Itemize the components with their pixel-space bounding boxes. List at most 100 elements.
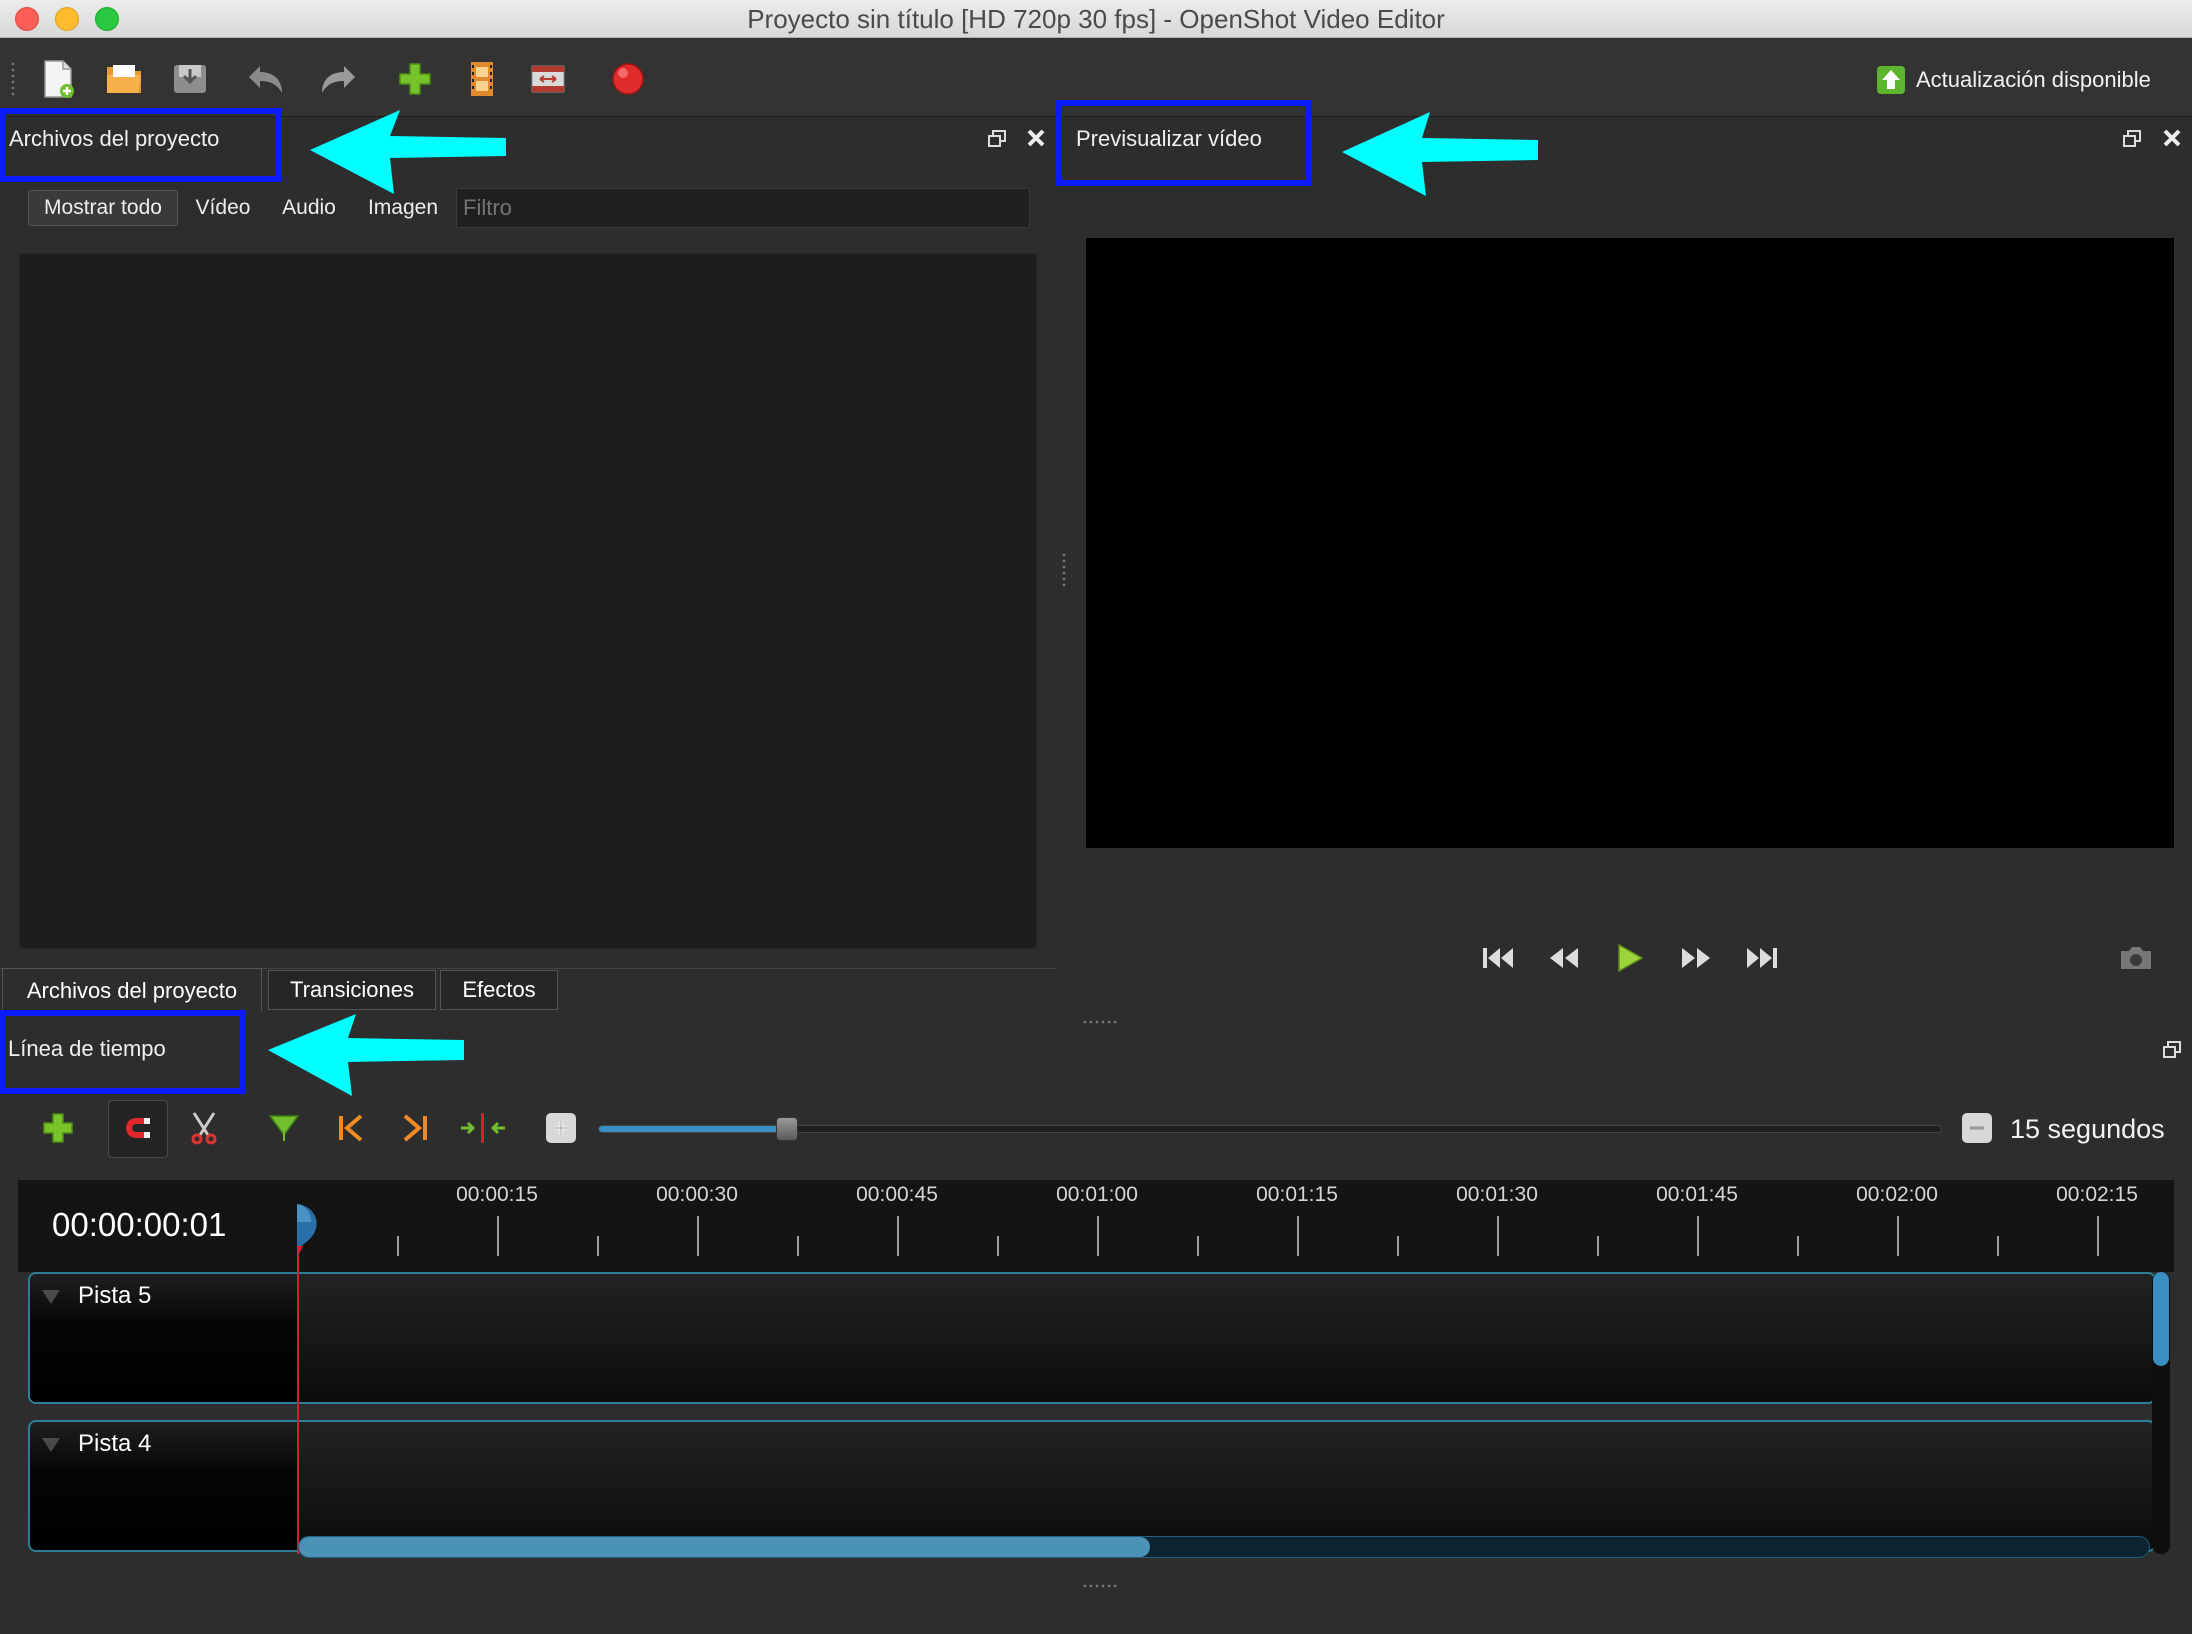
import-files-button[interactable]: [393, 57, 437, 101]
snapping-toggle[interactable]: [108, 1100, 168, 1158]
tab-project-files[interactable]: Archivos del proyecto: [2, 968, 262, 1012]
zoom-out-button[interactable]: [1962, 1113, 1992, 1143]
add-track-button[interactable]: [38, 1108, 78, 1148]
add-marker-button[interactable]: [264, 1108, 304, 1148]
snapshot-button[interactable]: [2116, 940, 2156, 976]
marker-icon: [268, 1115, 300, 1141]
rewind-button[interactable]: [1544, 940, 1584, 976]
playhead-handle[interactable]: [297, 1204, 325, 1256]
zoom-in-button[interactable]: [546, 1113, 576, 1143]
zoom-in-icon: [554, 1121, 568, 1135]
horizontal-scroll-thumb[interactable]: [299, 1537, 1150, 1557]
current-time-display: 00:00:00:01: [52, 1206, 227, 1243]
center-timeline-icon: [461, 1113, 505, 1143]
ruler-major-tick: [897, 1216, 899, 1256]
collapse-triangle-icon[interactable]: [40, 1436, 62, 1454]
fast-forward-button[interactable]: [1676, 940, 1716, 976]
ruler-minor-tick: [997, 1236, 999, 1256]
track-name: Pista 5: [78, 1282, 152, 1309]
track-header[interactable]: Pista 4: [30, 1422, 300, 1550]
ruler-label: 00:01:45: [1656, 1183, 1738, 1206]
save-icon: [174, 65, 206, 93]
zoom-slider-thumb[interactable]: [776, 1117, 798, 1141]
previous-marker-button[interactable]: [330, 1108, 370, 1148]
float-dock-button[interactable]: [987, 129, 1007, 149]
record-icon: [612, 63, 644, 95]
jump-end-button[interactable]: [1742, 940, 1782, 976]
project-files-list[interactable]: [19, 253, 1037, 949]
ruler-major-tick: [1697, 1216, 1699, 1256]
tab-effects[interactable]: Efectos: [440, 970, 558, 1010]
collapse-triangle-icon[interactable]: [40, 1288, 62, 1306]
ruler-major-tick: [1497, 1216, 1499, 1256]
razor-tool-button[interactable]: [184, 1108, 224, 1148]
update-arrow-icon: [1877, 66, 1905, 94]
new-file-icon: [44, 60, 74, 98]
jump-end-icon: [1747, 948, 1777, 968]
magnet-icon: [126, 1118, 150, 1138]
annotation-arrow-timeline: [268, 1014, 464, 1096]
ruler-label: 00:01:15: [1256, 1183, 1338, 1206]
annotation-arrow-preview: [1342, 112, 1538, 196]
update-available-button[interactable]: Actualización disponible: [1876, 63, 2151, 97]
ruler-major-tick: [497, 1216, 499, 1256]
ruler-label: 00:01:00: [1056, 1183, 1138, 1206]
close-icon: [2163, 129, 2181, 147]
playhead-line[interactable]: [297, 1208, 299, 1554]
close-dock-button[interactable]: [1026, 128, 1046, 148]
ruler-major-tick: [1297, 1216, 1299, 1256]
ruler-minor-tick: [1197, 1236, 1199, 1256]
camera-icon: [2121, 947, 2151, 969]
plus-icon: [399, 63, 431, 95]
filter-audio-button[interactable]: Audio: [274, 190, 344, 226]
center-playhead-button[interactable]: [458, 1108, 508, 1148]
next-marker-icon: [403, 1114, 427, 1142]
ruler-minor-tick: [1397, 1236, 1399, 1256]
filter-image-button[interactable]: Imagen: [362, 190, 444, 226]
next-marker-button[interactable]: [396, 1108, 436, 1148]
zoom-slider-track[interactable]: [598, 1125, 1942, 1133]
rewind-icon: [1550, 948, 1578, 968]
timeline-float-button[interactable]: [2162, 1040, 2182, 1060]
track-header[interactable]: Pista 5: [30, 1274, 300, 1402]
filter-input[interactable]: [456, 188, 1030, 228]
ruler-major-tick: [697, 1216, 699, 1256]
window-title: Proyecto sin título [HD 720p 30 fps] - O…: [747, 4, 1445, 34]
play-icon: [1618, 943, 1644, 973]
track-4[interactable]: Pista 4: [28, 1420, 2156, 1552]
float-icon: [2163, 1041, 2181, 1058]
track-5[interactable]: Pista 5: [28, 1272, 2156, 1404]
undo-icon: [249, 66, 282, 93]
export-video-button[interactable]: [606, 57, 650, 101]
vertical-scrollbar[interactable]: [2152, 1272, 2170, 1554]
toolbar-grip[interactable]: [10, 61, 16, 97]
ruler-label: 00:00:45: [856, 1183, 938, 1206]
filter-video-button[interactable]: Vídeo: [190, 190, 256, 226]
fast-forward-icon: [1682, 948, 1710, 968]
redo-button[interactable]: [316, 57, 360, 101]
jump-start-button[interactable]: [1478, 940, 1518, 976]
update-available-label: Actualización disponible: [1916, 67, 2151, 92]
vertical-splitter[interactable]: [1061, 552, 1067, 590]
tab-transitions[interactable]: Transiciones: [268, 970, 436, 1010]
dock-splitter-top[interactable]: [1082, 1019, 1118, 1025]
vertical-scroll-thumb[interactable]: [2153, 1272, 2169, 1366]
video-preview-area: [1086, 238, 2174, 848]
dock-splitter-bottom[interactable]: [1082, 1583, 1118, 1589]
preview-float-button[interactable]: [2122, 129, 2142, 149]
new-project-button[interactable]: [36, 57, 80, 101]
open-project-button[interactable]: [102, 57, 146, 101]
float-icon: [988, 130, 1006, 147]
ruler-minor-tick: [597, 1236, 599, 1256]
filter-show-all-button[interactable]: Mostrar todo: [28, 190, 178, 226]
jump-start-icon: [1483, 948, 1513, 968]
profile-button[interactable]: [460, 57, 504, 101]
fullscreen-button[interactable]: [526, 57, 570, 101]
undo-button[interactable]: [244, 57, 288, 101]
ruler-minor-tick: [397, 1236, 399, 1256]
save-project-button[interactable]: [168, 57, 212, 101]
preview-close-button[interactable]: [2162, 128, 2182, 148]
ruler-minor-tick: [1597, 1236, 1599, 1256]
ruler-major-tick: [1897, 1216, 1899, 1256]
play-button[interactable]: [1610, 938, 1650, 978]
